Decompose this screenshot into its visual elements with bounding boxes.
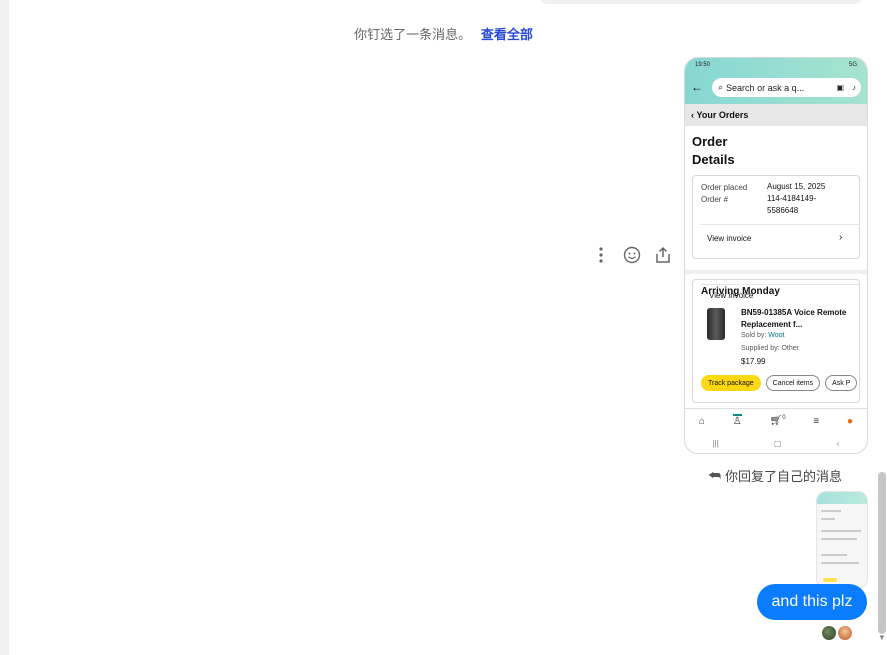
preview-track-button (823, 578, 837, 582)
replied-screenshot-preview[interactable] (816, 491, 868, 589)
left-panel-edge (0, 0, 9, 655)
section-separator (685, 270, 867, 274)
account-icon: ♙ (732, 413, 742, 427)
arriving-label: Arriving Monday (701, 286, 780, 297)
share-icon[interactable] (653, 245, 672, 265)
preview-line (821, 510, 841, 512)
status-time: 19:50 (695, 62, 711, 68)
pinned-notice: 你钉选了一条消息。 查看全部 (0, 24, 887, 43)
view-invoice-row: View invoice (707, 234, 752, 243)
preview-line (821, 562, 859, 564)
back-arrow-icon: ← (691, 80, 703, 94)
track-package-button: Track package (701, 375, 761, 391)
app-header: 19:50 5G ← ⌕ Search or ask a q... ▣ ♪ (685, 58, 867, 104)
avatar (838, 626, 852, 640)
sold-by-label: Sold by: (741, 332, 769, 339)
sold-by: Sold by: Woot (741, 332, 784, 339)
supplied-by: Supplied by: Other (741, 345, 799, 352)
breadcrumb: ‹ Your Orders (685, 104, 867, 126)
preview-line (821, 518, 835, 520)
product-price: $17.99 (741, 357, 766, 366)
search-icon: ⌕ (718, 82, 724, 92)
order-number-label: Order # (701, 195, 729, 204)
react-emoji-icon[interactable] (623, 245, 642, 265)
shipment-card: Arriving Monday BN59-01385A Voice Remote… (692, 279, 860, 403)
product-name: BN59-01385A Voice Remote Replacement f..… (741, 308, 847, 329)
camera-icon: ▣ (836, 83, 844, 92)
order-info-card: Order placed August 15, 2025 Order # 114… (692, 175, 860, 300)
preview-line (821, 530, 861, 532)
chevron-right-icon: › (839, 232, 843, 243)
order-placed-value: August 15, 2025 (767, 182, 826, 191)
recent-apps-icon: ||| (712, 438, 719, 448)
bottom-nav: ⌂ ♙ 🛒︎0 ≡ ● (685, 408, 867, 433)
order-placed-label: Order placed (701, 183, 748, 192)
system-nav: ||| ▢ ‹ (685, 434, 867, 452)
shipment-actions: Track package Cancel items Ask P (701, 375, 858, 391)
home-icon: ⌂ (698, 415, 705, 427)
search-placeholder: Search or ask a q... (726, 82, 805, 93)
cancel-items-button: Cancel items (765, 375, 821, 391)
status-bar: 19:50 5G (695, 62, 857, 68)
product-image (707, 308, 725, 340)
scrollbar[interactable] (878, 472, 886, 634)
status-network: 5G (848, 62, 857, 68)
microphone-icon: ♪ (852, 83, 856, 92)
message-actions (592, 244, 672, 266)
view-all-link[interactable]: 查看全部 (481, 27, 533, 42)
read-receipts (822, 626, 852, 640)
cart-count: 0 (782, 415, 786, 422)
avatar (822, 626, 836, 640)
page-title: Order Details (692, 134, 735, 167)
more-options-icon[interactable] (592, 245, 611, 265)
reply-notice-text: 你回复了自己的消息 (725, 469, 843, 484)
home-button-icon: ▢ (773, 438, 782, 448)
message-bubble[interactable]: and this plz (757, 584, 867, 620)
back-icon: ‹ (836, 438, 840, 448)
order-number-value: 114-4184149-5586648 (767, 194, 817, 215)
ask-button: Ask P (825, 375, 858, 391)
cart-icon: 🛒︎0 (769, 415, 786, 427)
search-bar: ⌕ Search or ask a q... ▣ ♪ (712, 78, 861, 97)
preview-header (817, 492, 867, 504)
pinned-notice-text: 你钉选了一条消息。 (354, 27, 472, 42)
divider (700, 224, 860, 225)
assistant-icon: ● (846, 415, 854, 427)
order-details-screenshot[interactable]: 19:50 5G ← ⌕ Search or ask a q... ▣ ♪ ‹ … (684, 57, 868, 454)
scroll-down-icon[interactable]: ▼ (878, 633, 886, 642)
reply-icon: ⮪ (708, 467, 722, 483)
previous-message-bubble[interactable] (540, 0, 862, 4)
breadcrumb-label: Your Orders (696, 110, 749, 120)
seller-name: Woot (768, 332, 785, 339)
menu-icon: ≡ (813, 415, 820, 427)
preview-line (821, 538, 857, 540)
preview-line (821, 554, 847, 556)
reply-notice: ⮪ 你回复了自己的消息 (708, 466, 842, 485)
